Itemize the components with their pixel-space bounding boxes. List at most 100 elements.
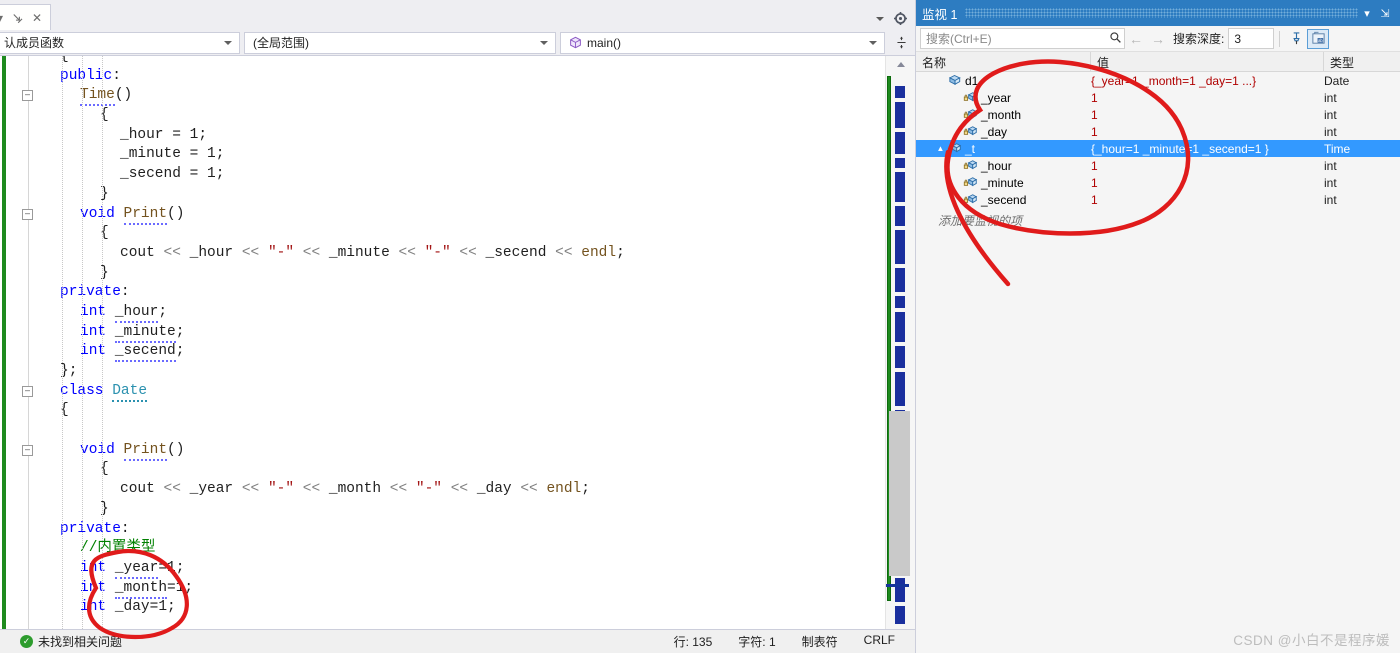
code-token: : [120, 284, 130, 301]
watch-variables-grid[interactable]: 名称 值 类型 d1 {_year=1 _month=1 _day=1 ...} D… [916, 52, 1400, 653]
column-header-name[interactable]: 名称 [916, 52, 1091, 71]
search-depth-input[interactable]: 3 [1228, 28, 1275, 49]
gear-icon[interactable] [894, 12, 907, 25]
code-folding-gutter[interactable] [8, 56, 34, 629]
watch-row-value[interactable]: 1 [1091, 125, 1324, 139]
watch-row-value[interactable]: {_year=1 _month=1 _day=1 ...} [1091, 74, 1324, 88]
fold-collapse-icon[interactable] [22, 445, 33, 456]
code-token: << [398, 244, 425, 261]
fold-collapse-icon[interactable] [22, 90, 33, 102]
watch-row-value[interactable]: 1 [1091, 159, 1324, 173]
code-line: { [40, 401, 885, 421]
search-icon[interactable] [1109, 31, 1122, 47]
field-icon [947, 142, 962, 155]
source-code-text[interactable]: {public: Time(){_hour = 1; _minute = 1; _se… [34, 56, 885, 629]
fold-collapse-icon[interactable] [22, 208, 33, 220]
expander-icon[interactable]: ▲ [934, 144, 947, 153]
status-eol: CRLF [863, 633, 895, 647]
field-icon [963, 176, 978, 189]
search-placeholder: 搜索(Ctrl+E) [926, 32, 992, 46]
scope-dropdown[interactable]: (全局范围) [244, 31, 556, 54]
code-token: _year [114, 559, 159, 579]
scrollmap-mark [895, 268, 905, 292]
scrollmap-mark [895, 606, 905, 624]
code-token: << [241, 481, 268, 498]
code-token: << [520, 481, 547, 498]
watch-row-name: d1 [965, 73, 979, 88]
fold-collapse-icon[interactable] [22, 385, 33, 397]
scrollmap-mark [895, 102, 905, 128]
watch-row[interactable]: _secend 1 int [916, 191, 1400, 208]
code-token: ; [175, 343, 185, 360]
code-token: cout [120, 244, 164, 261]
code-line: //内置类型 [40, 539, 885, 559]
scrollmap-mark [895, 230, 905, 264]
code-line: } [40, 185, 885, 205]
pin-icon[interactable]: ⇥ [8, 8, 26, 26]
code-token: _year [189, 481, 242, 498]
split-window-icon[interactable] [891, 36, 911, 49]
watch-row[interactable]: ▲ _t {_hour=1 _minute=1 _secend=1 } Time [916, 140, 1400, 157]
watch-row-value[interactable]: 1 [1091, 108, 1324, 122]
code-token: private [60, 284, 121, 301]
watch-row[interactable]: _day 1 int [916, 123, 1400, 140]
arrow-right-icon[interactable]: → [1147, 31, 1169, 47]
struct-icon [947, 74, 962, 87]
toolbar-divider [1279, 30, 1281, 47]
watch-row[interactable]: _hour 1 int [916, 157, 1400, 174]
watch-row-value[interactable]: 1 [1091, 91, 1324, 105]
code-token: _hour = 1; [120, 126, 208, 143]
issue-status-text: 未找到相关问题 [38, 635, 123, 649]
pin-toolbar-icon[interactable] [1285, 29, 1307, 49]
code-line: cout << _hour << "-" << _minute << "-" <… [40, 244, 885, 264]
watch-row-value[interactable]: {_hour=1 _minute=1 _secend=1 } [1091, 142, 1324, 156]
pin-icon[interactable]: ⇲ [1376, 7, 1394, 20]
code-line: { [40, 460, 885, 480]
hex-display-icon[interactable]: ab [1307, 28, 1330, 49]
scrollmap-mark [895, 132, 905, 154]
close-icon[interactable]: ✕ [32, 12, 42, 24]
chevron-down-icon[interactable] [876, 16, 884, 21]
chevron-down-icon[interactable] [540, 40, 548, 45]
editor-tab[interactable]: ▾ ⇥ ✕ [0, 4, 51, 30]
scroll-up-icon[interactable] [886, 56, 915, 72]
code-line: private: [40, 520, 885, 540]
tab-dropdown-icon[interactable]: ▾ [0, 12, 3, 24]
column-header-type[interactable]: 类型 [1324, 52, 1400, 71]
search-input[interactable]: 搜索(Ctrl+E) [920, 28, 1125, 49]
watch-row-value[interactable]: 1 [1091, 193, 1324, 207]
title-drag-dots[interactable] [965, 8, 1358, 18]
editor-scrollbar-map[interactable] [885, 56, 915, 629]
editor-navigation-bar: 认成员函数 (全局范围) main() [0, 30, 915, 56]
arrow-left-icon[interactable]: ← [1125, 31, 1147, 47]
code-line: int _month=1; [40, 579, 885, 599]
code-area[interactable]: {public:Time(){_hour = 1;_minute = 1;_se… [0, 56, 915, 629]
function-dropdown[interactable]: main() [560, 31, 885, 54]
code-line: }; [40, 362, 885, 382]
add-watch-item-row[interactable]: 添加要监视的项 [916, 208, 1400, 229]
chevron-down-icon[interactable]: ▾ [1358, 7, 1376, 20]
watch-row[interactable]: _minute 1 int [916, 174, 1400, 191]
chevron-down-icon[interactable] [869, 40, 877, 45]
column-header-value[interactable]: 值 [1091, 52, 1324, 71]
code-line: Time() [40, 86, 885, 107]
code-line: { [40, 106, 885, 126]
watch-row[interactable]: _month 1 int [916, 106, 1400, 123]
code-token: ; [158, 303, 168, 320]
watch-row-value[interactable]: 1 [1091, 176, 1324, 190]
code-token: _month [114, 579, 168, 599]
scrollmap-mark [895, 206, 905, 226]
editor-scrollbar-thumb[interactable] [889, 411, 910, 576]
watch-row[interactable]: d1 {_year=1 _month=1 _day=1 ...} Date [916, 72, 1400, 89]
member-functions-value: 认成员函数 [4, 36, 65, 50]
member-functions-dropdown[interactable]: 认成员函数 [0, 31, 240, 54]
watch-toolbar: 搜索(Ctrl+E) ← → 搜索深度: 3 ab [916, 26, 1400, 52]
chevron-down-icon[interactable] [224, 40, 232, 45]
watch-row[interactable]: _year 1 int [916, 89, 1400, 106]
